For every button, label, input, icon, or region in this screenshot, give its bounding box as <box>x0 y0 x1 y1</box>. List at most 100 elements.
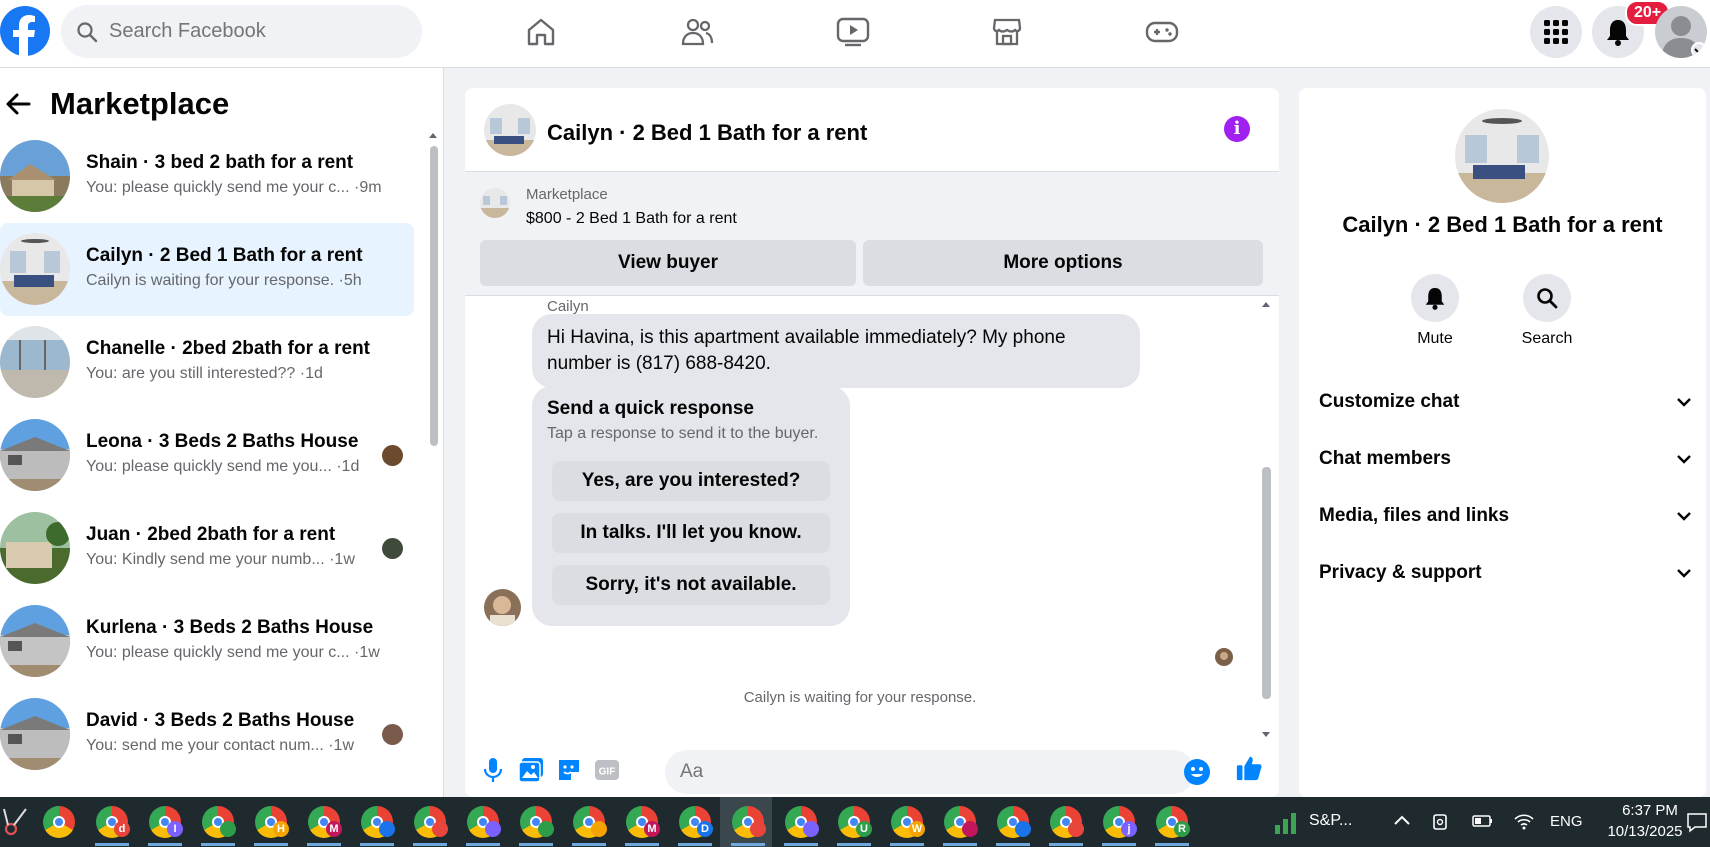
running-indicator <box>307 843 341 846</box>
section-label: Chat members <box>1319 448 1451 469</box>
thread-item-cailyn[interactable]: Cailyn · 2 Bed 1 Bath for a rent Cailyn … <box>0 223 414 316</box>
chrome-taskbar-icon[interactable]: I <box>149 806 183 838</box>
conversation-avatar-large[interactable] <box>1455 109 1549 203</box>
chrome-taskbar-icon[interactable]: j <box>1103 806 1137 838</box>
thumbs-up-icon[interactable] <box>1235 754 1263 782</box>
customize-chat-section[interactable]: Customize chat <box>1319 382 1693 422</box>
facebook-logo-icon[interactable] <box>0 6 50 56</box>
thread-item-leona[interactable]: Leona · 3 Beds 2 Baths House You: please… <box>0 409 414 502</box>
chrome-taskbar-icon[interactable] <box>414 806 448 838</box>
stock-ticker[interactable]: S&P... <box>1309 812 1352 830</box>
thread-item-kurlena[interactable]: Kurlena · 3 Beds 2 Baths House You: plea… <box>0 595 414 688</box>
profile-avatar[interactable] <box>1655 6 1707 58</box>
chrome-taskbar-icon[interactable]: U <box>838 806 872 838</box>
language-indicator[interactable]: ENG <box>1550 813 1583 830</box>
quick-response-option[interactable]: Sorry, it's not available. <box>552 565 830 605</box>
gaming-icon[interactable] <box>1144 14 1180 50</box>
privacy-support-section[interactable]: Privacy & support <box>1319 553 1693 593</box>
message-scrollbar[interactable] <box>1259 296 1273 746</box>
chrome-taskbar-icon[interactable]: M <box>626 806 660 838</box>
chrome-taskbar-icon[interactable]: D <box>679 806 713 838</box>
running-indicator <box>1155 843 1189 846</box>
running-indicator <box>572 843 606 846</box>
listing-price-title[interactable]: $800 - 2 Bed 1 Bath for a rent <box>526 210 737 228</box>
search-in-chat-button[interactable] <box>1523 274 1571 322</box>
thread-item-chanelle[interactable]: Chanelle · 2bed 2bath for a rent You: ar… <box>0 316 414 409</box>
watch-icon[interactable] <box>835 14 871 50</box>
message-bubble: Hi Havina, is this apartment available i… <box>532 314 1140 388</box>
chrome-taskbar-icon[interactable] <box>361 806 395 838</box>
clock-time[interactable]: 6:37 PM <box>1605 802 1695 819</box>
chrome-taskbar-icon[interactable] <box>573 806 607 838</box>
chrome-taskbar-icon[interactable] <box>43 806 75 838</box>
menu-grid-button[interactable] <box>1530 6 1582 58</box>
camera-icon[interactable] <box>1431 812 1451 832</box>
chrome-taskbar-icon[interactable] <box>785 806 819 838</box>
sticker-icon[interactable] <box>555 756 583 784</box>
clock-date[interactable]: 10/13/2025 <box>1590 823 1700 840</box>
chevron-up-icon[interactable] <box>1393 813 1411 827</box>
thread-item-david[interactable]: David · 3 Beds 2 Baths House You: send m… <box>0 688 414 781</box>
photo-icon[interactable] <box>517 756 545 784</box>
thread-title: David · 3 Beds 2 Baths House <box>86 710 355 731</box>
chrome-taskbar-icon[interactable]: d <box>96 806 130 838</box>
message-input[interactable] <box>665 750 1195 794</box>
running-indicator <box>413 843 447 846</box>
info-icon[interactable]: i <box>1224 116 1250 142</box>
scroll-up-icon[interactable] <box>426 130 440 140</box>
stocks-icon[interactable] <box>1273 809 1301 835</box>
scroll-down-icon[interactable] <box>1259 730 1273 740</box>
profile-letter-badge: W <box>909 821 925 837</box>
mute-button[interactable] <box>1411 274 1459 322</box>
search-input[interactable] <box>109 20 409 43</box>
profile-letter-badge <box>379 821 395 837</box>
back-arrow-icon[interactable] <box>4 90 32 118</box>
snipping-tool-icon[interactable] <box>2 807 28 837</box>
chrome-taskbar-icon[interactable] <box>732 806 766 838</box>
profile-letter-badge <box>1068 821 1084 837</box>
buyer-avatar <box>382 445 403 466</box>
chrome-taskbar-icon[interactable] <box>944 806 978 838</box>
buyer-avatar <box>382 538 403 559</box>
more-options-button[interactable]: More options <box>863 240 1263 286</box>
thread-item-shain[interactable]: Shain · 3 bed 2 bath for a rent You: ple… <box>0 130 414 223</box>
chrome-taskbar-icon[interactable]: W <box>891 806 925 838</box>
marketplace-icon[interactable] <box>989 14 1025 50</box>
wifi-icon[interactable] <box>1513 811 1535 831</box>
friends-icon[interactable] <box>679 14 715 50</box>
chrome-taskbar-icon[interactable]: M <box>308 806 342 838</box>
running-indicator <box>519 843 553 846</box>
notification-center-icon[interactable] <box>1686 811 1708 833</box>
quick-response-card: Send a quick response Tap a response to … <box>532 386 850 626</box>
chat-members-section[interactable]: Chat members <box>1319 439 1693 479</box>
thread-title: Chanelle · 2bed 2bath for a rent <box>86 338 370 359</box>
emoji-icon[interactable] <box>1184 759 1210 785</box>
thread-item-juan[interactable]: Juan · 2bed 2bath for a rent You: Kindly… <box>0 502 414 595</box>
quick-response-option[interactable]: In talks. I'll let you know. <box>552 513 830 553</box>
chrome-taskbar-icon[interactable] <box>997 806 1031 838</box>
battery-icon[interactable] <box>1472 814 1494 828</box>
home-icon[interactable] <box>523 14 559 50</box>
conversation-avatar[interactable] <box>484 104 536 156</box>
profile-letter-badge <box>1015 821 1031 837</box>
scroll-up-icon[interactable] <box>1259 299 1273 309</box>
chrome-taskbar-icon[interactable] <box>520 806 554 838</box>
quick-response-option[interactable]: Yes, are you interested? <box>552 461 830 501</box>
view-buyer-button[interactable]: View buyer <box>480 240 856 286</box>
waiting-status: Cailyn is waiting for your response. <box>743 689 977 706</box>
gif-icon[interactable]: GIF <box>593 756 621 784</box>
media-files-links-section[interactable]: Media, files and links <box>1319 496 1693 536</box>
chrome-taskbar-icon[interactable]: R <box>1156 806 1190 838</box>
running-indicator <box>996 843 1030 846</box>
chrome-taskbar-icon[interactable] <box>202 806 236 838</box>
chrome-taskbar-icon[interactable] <box>467 806 501 838</box>
chrome-taskbar-icon[interactable] <box>1050 806 1084 838</box>
microphone-icon[interactable] <box>479 756 507 784</box>
search-bar[interactable] <box>61 5 422 58</box>
conversation-header: Cailyn · 2 Bed 1 Bath for a rent i <box>465 88 1279 172</box>
thread-title: Kurlena · 3 Beds 2 Baths House <box>86 617 374 638</box>
thread-title: Juan · 2bed 2bath for a rent <box>86 524 336 545</box>
inbox-scrollbar[interactable] <box>426 130 440 790</box>
profile-letter-badge <box>803 821 819 837</box>
chrome-taskbar-icon[interactable]: H <box>255 806 289 838</box>
